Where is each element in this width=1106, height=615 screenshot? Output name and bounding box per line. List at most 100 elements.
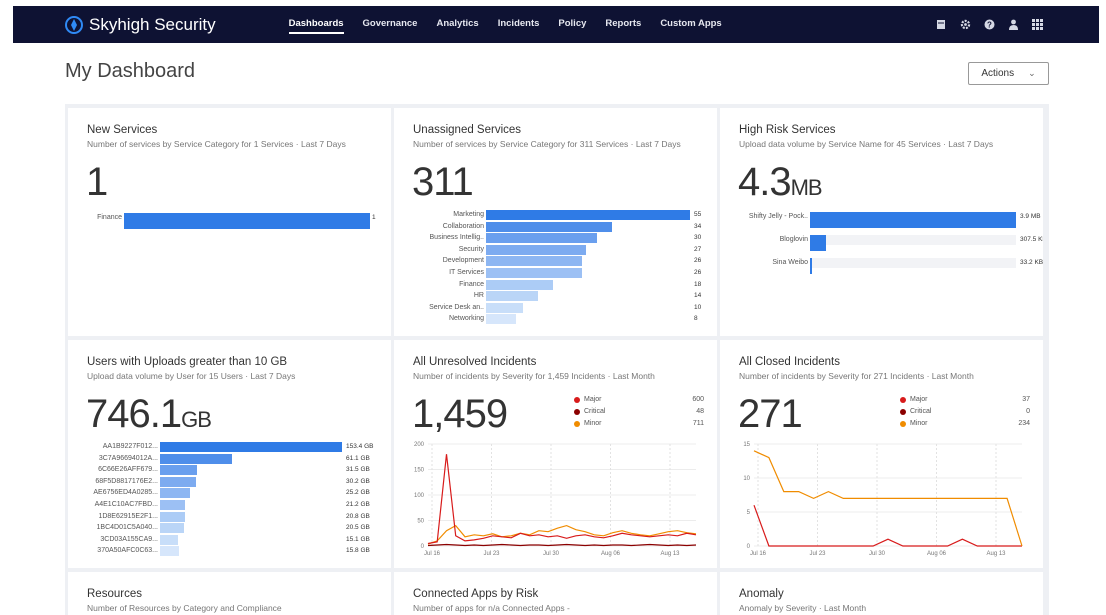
legend-item[interactable]: Minor 234: [900, 420, 1030, 427]
notebook-icon[interactable]: [936, 17, 947, 29]
bar-label: A4E1C10AC7FBD...: [94, 501, 158, 508]
bar[interactable]: [160, 488, 190, 499]
y-tick-label: 5: [747, 510, 751, 516]
bar[interactable]: [160, 546, 179, 557]
bar-label: Collaboration: [442, 222, 484, 230]
legend-item[interactable]: Major 37: [900, 396, 1030, 403]
bar[interactable]: [160, 476, 196, 487]
widget-subtitle: Upload data volume by User for 15 Users …: [87, 371, 296, 381]
app-grid-icon[interactable]: [1032, 17, 1043, 30]
widget-total: 271: [738, 392, 803, 437]
widget-subtitle: Anomaly by Severity · Last Month: [739, 603, 867, 613]
closed-incidents-line-chart: 15 10 5 0Jul 16 Jul 23 Jul 30 Aug 06 Aug 13: [743, 442, 1023, 557]
bar[interactable]: [160, 511, 185, 522]
x-tick-label: Aug 06: [927, 551, 947, 557]
nav-tab-incidents[interactable]: Incidents: [498, 16, 540, 34]
legend-value: 37: [1022, 396, 1030, 403]
bar[interactable]: [810, 235, 827, 251]
legend-item[interactable]: Critical 0: [900, 408, 1030, 415]
y-tick-label: 150: [414, 468, 425, 474]
legend-label: Minor: [910, 420, 928, 427]
widget-users-uploads[interactable]: Users with Uploads greater than 10 GB Up…: [68, 340, 391, 568]
legend-item[interactable]: Minor 711: [574, 420, 704, 427]
bar[interactable]: [486, 291, 538, 302]
bar-label: Marketing: [453, 211, 484, 218]
bar[interactable]: [486, 221, 613, 232]
legend-swatch: [574, 420, 580, 427]
widget-title: Connected Apps by Risk: [413, 588, 539, 600]
bar[interactable]: [160, 453, 233, 464]
widget-total: 1: [86, 160, 108, 205]
nav-tab-dashboards[interactable]: Dashboards: [288, 16, 344, 34]
total-value: 311: [412, 160, 474, 204]
help-icon[interactable]: ?: [984, 17, 995, 30]
bar-label: 3C7A96694012A...: [98, 454, 158, 462]
toolbar-icons: ?: [936, 17, 1043, 30]
widget-resources[interactable]: Resources Number of Resources by Categor…: [68, 572, 391, 615]
user-icon[interactable]: [1008, 17, 1019, 30]
x-tick-label: Aug 06: [601, 551, 621, 557]
total-unit: GB: [181, 407, 212, 432]
widget-high-risk-services[interactable]: High Risk Services Upload data volume by…: [720, 108, 1043, 336]
widget-title: All Unresolved Incidents: [413, 356, 537, 368]
actions-dropdown[interactable]: Actions ⌄: [968, 62, 1049, 85]
page-title: My Dashboard: [65, 60, 196, 82]
bar[interactable]: [810, 212, 1016, 228]
bar[interactable]: [486, 302, 524, 313]
widget-closed-incidents[interactable]: All Closed Incidents Number of incidents…: [720, 340, 1043, 568]
widget-subtitle: Upload data volume by Service Name for 4…: [739, 139, 994, 149]
bar[interactable]: [160, 442, 342, 452]
bar[interactable]: [486, 279, 553, 290]
series-line-minor: [753, 450, 1023, 547]
series-line-minor: [427, 524, 697, 545]
severity-legend: Major 37 Critical 0 Minor 234: [900, 396, 1030, 436]
widget-total: 746.1GB: [86, 392, 212, 437]
widget-anomaly[interactable]: Anomaly Anomaly by Severity · Last Month: [720, 572, 1043, 615]
bar-value: 34: [694, 222, 702, 230]
legend-label: Critical: [584, 408, 606, 415]
nav-tab-reports[interactable]: Reports: [605, 16, 641, 34]
widget-title: New Services: [87, 124, 158, 136]
brand[interactable]: Skyhigh Security: [65, 15, 216, 35]
y-tick-label: 50: [417, 519, 424, 525]
bar[interactable]: [486, 256, 583, 267]
bar[interactable]: [486, 233, 598, 244]
bar[interactable]: [124, 213, 370, 229]
legend-item[interactable]: Major 600: [574, 396, 704, 403]
bar-label: Sina Weibo: [772, 259, 808, 266]
bar-label: 370A50AFC0C63...: [97, 547, 158, 555]
bar-value: 153.4 GB: [346, 443, 374, 450]
total-value: 4.3: [738, 160, 792, 204]
widget-connected-apps[interactable]: Connected Apps by Risk Number of apps fo…: [394, 572, 717, 615]
widget-total: 311: [412, 160, 474, 205]
nav-tab-governance[interactable]: Governance: [363, 16, 418, 34]
gear-icon[interactable]: [960, 17, 971, 30]
bar[interactable]: [160, 500, 186, 510]
chevron-down-icon: ⌄: [1028, 68, 1036, 78]
widget-unresolved-incidents[interactable]: All Unresolved Incidents Number of incid…: [394, 340, 717, 568]
incidents-line-chart: 200 150 100 50 0Jul 16 Jul 23 Jul 30 Aug 06 Aug …: [414, 442, 697, 557]
bar[interactable]: [160, 534, 178, 545]
bar[interactable]: [810, 258, 812, 274]
bar-track: [810, 235, 1016, 245]
bar-value: 55: [694, 211, 702, 218]
bar[interactable]: [160, 523, 185, 534]
nav-tab-analytics[interactable]: Analytics: [436, 16, 478, 34]
bar[interactable]: [160, 465, 198, 476]
bar-value: 3.9 MB: [1020, 213, 1041, 220]
y-tick-label: 200: [414, 442, 425, 448]
widget-title: High Risk Services: [739, 124, 836, 136]
nav-tab-custom-apps[interactable]: Custom Apps: [660, 16, 721, 34]
widget-unassigned-services[interactable]: Unassigned Services Number of services b…: [394, 108, 717, 336]
bar[interactable]: [486, 210, 690, 220]
bar[interactable]: [486, 314, 516, 325]
bar-label: 3CD03A155CA9...: [100, 535, 158, 543]
top-nav-bar: Skyhigh Security Dashboards Governance A…: [13, 6, 1099, 43]
nav-tab-policy[interactable]: Policy: [558, 16, 586, 34]
legend-item[interactable]: Critical 48: [574, 408, 704, 415]
widget-new-services[interactable]: New Services Number of services by Servi…: [68, 108, 391, 336]
widget-subtitle: Number of Resources by Category and Comp…: [87, 603, 282, 613]
legend-swatch: [900, 396, 906, 403]
bar[interactable]: [486, 268, 583, 278]
bar[interactable]: [486, 244, 587, 255]
